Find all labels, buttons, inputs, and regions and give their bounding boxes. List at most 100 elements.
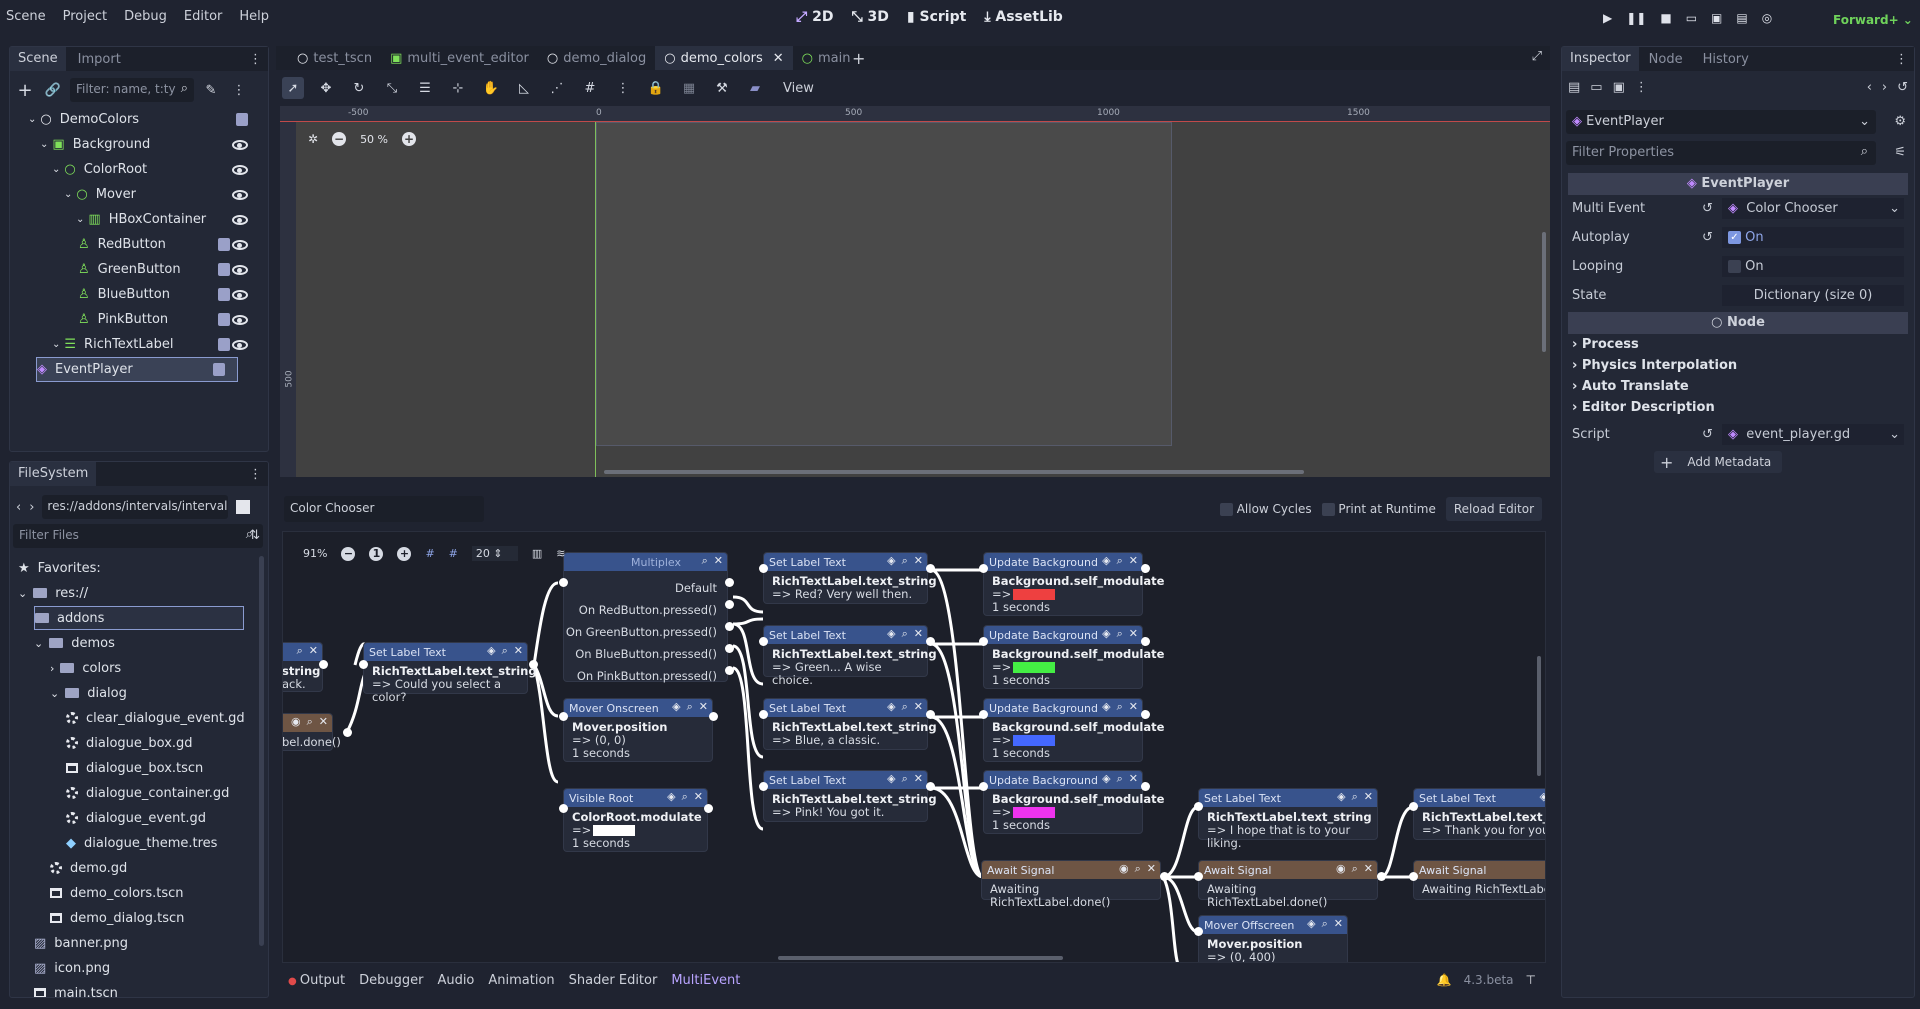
forward-icon[interactable]: ›: [29, 500, 34, 515]
visibility-icon[interactable]: [232, 164, 248, 175]
file-item[interactable]: demo_dialog.tscn: [50, 906, 184, 930]
output-port[interactable]: [1141, 782, 1150, 791]
file-item[interactable]: ▨ icon.png: [34, 956, 110, 980]
file-item[interactable]: demo.gd: [50, 856, 127, 880]
scene-node-richtextlabel[interactable]: ⌄ ☰ RichTextLabel: [18, 332, 260, 357]
lock-icon[interactable]: 🔒: [645, 77, 667, 99]
bottom-tab-animation[interactable]: Animation: [488, 973, 554, 988]
file-item[interactable]: ⌄ demos: [34, 631, 115, 655]
ruler-icon[interactable]: ◺: [513, 77, 535, 99]
path-input[interactable]: res://addons/intervals/interval: [42, 495, 229, 519]
link-icon[interactable]: 🔗: [42, 79, 64, 101]
mover-offscreen-node[interactable]: Mover Offscreen ◈ ⌕ ✕ Mover.position => (0, …: [1198, 915, 1348, 962]
distraction-free-icon[interactable]: ⤢: [1532, 49, 1542, 64]
file-item[interactable]: ⌄ dialog: [50, 681, 127, 705]
inspect-icon[interactable]: ⌕: [1352, 862, 1358, 876]
smart-snap-icon[interactable]: ⋰: [546, 77, 568, 99]
looping-checkbox[interactable]: On: [1722, 255, 1904, 277]
tab-node[interactable]: Node: [1639, 52, 1693, 67]
inspect-icon[interactable]: ⌕: [1322, 917, 1328, 931]
pin-panel-icon[interactable]: ⊤: [1526, 973, 1536, 987]
output-port[interactable]: [709, 712, 718, 721]
filter-options-icon[interactable]: ⚟: [1894, 145, 1906, 160]
zoom-in-icon[interactable]: +: [402, 132, 417, 146]
output-port[interactable]: [1141, 637, 1150, 646]
move-icon[interactable]: ✥: [315, 77, 337, 99]
input-port[interactable]: [979, 564, 988, 573]
close-icon[interactable]: ✕: [319, 715, 328, 729]
inspect-icon[interactable]: ⌕: [682, 790, 688, 804]
close-icon[interactable]: ✕: [714, 554, 723, 568]
scene-node-pinkbutton[interactable]: ♙ PinkButton: [18, 307, 260, 332]
menu-help[interactable]: Help: [239, 9, 269, 24]
output-port[interactable]: [1141, 564, 1150, 573]
file-item[interactable]: ▨ banner.png: [34, 931, 128, 955]
file-item[interactable]: ◆ dialogue_theme.tres: [66, 831, 217, 855]
output-port[interactable]: [725, 600, 734, 609]
history-back-icon[interactable]: ‹: [1867, 80, 1872, 95]
input-port[interactable]: [559, 712, 568, 721]
notification-icon[interactable]: 🔔: [1437, 973, 1452, 987]
visibility-icon[interactable]: [232, 264, 248, 275]
close-icon[interactable]: ✕: [1129, 772, 1138, 786]
autoplay-checkbox[interactable]: ✓ On: [1722, 226, 1904, 248]
editor-tab-main[interactable]: ○ main: [793, 46, 860, 70]
scene-node-background[interactable]: ⌄ ▣ Background: [18, 132, 260, 157]
inspect-icon[interactable]: ⌕: [1352, 790, 1358, 804]
script-icon[interactable]: [218, 288, 230, 301]
visibility-icon[interactable]: [232, 189, 248, 200]
snap-toggle-icon[interactable]: #: [425, 547, 434, 560]
close-icon[interactable]: ✕: [1129, 700, 1138, 714]
camera-icon[interactable]: ✲: [308, 132, 318, 146]
object-history-icon[interactable]: ↺: [1897, 80, 1908, 95]
await-signal-node[interactable]: Await Signal Awaiting RichTextLabe: [1413, 860, 1545, 900]
file-item[interactable]: dialogue_container.gd: [66, 781, 229, 805]
bottom-tab-debugger[interactable]: Debugger: [359, 973, 423, 988]
output-port[interactable]: [725, 666, 734, 675]
list-select-icon[interactable]: ☰: [414, 77, 436, 99]
close-icon[interactable]: ✕: [694, 790, 703, 804]
revert-icon[interactable]: ↺: [1702, 201, 1722, 216]
input-port[interactable]: [759, 710, 768, 719]
open-resource-icon[interactable]: ▭: [1590, 80, 1602, 95]
add-node-icon[interactable]: +: [14, 79, 36, 101]
add-tab-icon[interactable]: +: [852, 49, 865, 68]
set-label-node[interactable]: Set Label Text ◈ ⌕ ✕ RichTextLabel.text_stri…: [763, 552, 937, 604]
viewport-2d[interactable]: -500 0 500 1000 1500 500 ✲ − 50 % +: [280, 106, 1550, 477]
input-port[interactable]: [1409, 802, 1418, 811]
output-port[interactable]: [926, 637, 935, 646]
arrange-icon[interactable]: ≋: [556, 547, 565, 560]
editor-tab-test-tscn[interactable]: ○ test_tscn: [288, 46, 381, 70]
script-attach-icon[interactable]: ✎: [200, 79, 222, 101]
close-icon[interactable]: ✕: [514, 644, 523, 658]
close-icon[interactable]: ✕: [914, 772, 923, 786]
script-icon[interactable]: [218, 238, 230, 251]
scale-icon[interactable]: ⤡: [381, 77, 403, 99]
inspect-icon[interactable]: ⌕: [1117, 627, 1123, 641]
allow-cycles-checkbox[interactable]: Allow Cycles: [1219, 502, 1312, 516]
set-label-node[interactable]: Set Label Text ◈ ⌕ ✕ RichTextLabel.text_stri…: [763, 625, 937, 687]
zoom-reset-icon[interactable]: 1: [369, 546, 384, 561]
input-port[interactable]: [1194, 927, 1203, 936]
script-icon[interactable]: [213, 363, 225, 376]
snap-distance-input[interactable]: 20 ⇕: [471, 546, 518, 561]
script-icon[interactable]: [218, 313, 230, 326]
chevron-icon[interactable]: ›: [50, 662, 54, 675]
file-item[interactable]: addons: [34, 606, 244, 630]
close-icon[interactable]: ✕: [773, 51, 784, 66]
scene-node-greenbutton[interactable]: ♙ GreenButton: [18, 257, 260, 282]
visibility-icon[interactable]: [232, 339, 248, 350]
file-item[interactable]: demo_colors.tscn: [50, 881, 184, 905]
visibility-icon[interactable]: [232, 239, 248, 250]
output-port[interactable]: [926, 564, 935, 573]
file-item[interactable]: main.tscn: [34, 981, 118, 997]
remote-debug-icon[interactable]: ▭: [1686, 11, 1697, 25]
menu-project[interactable]: Project: [63, 9, 107, 24]
input-port[interactable]: [1194, 872, 1203, 881]
output-port[interactable]: [926, 710, 935, 719]
view-mode-icon[interactable]: [236, 500, 251, 514]
visibility-icon[interactable]: [232, 214, 248, 225]
chevron-down-icon[interactable]: ⌄: [76, 214, 84, 225]
zoom-level[interactable]: 50 %: [360, 133, 388, 146]
back-icon[interactable]: ‹: [16, 500, 21, 515]
